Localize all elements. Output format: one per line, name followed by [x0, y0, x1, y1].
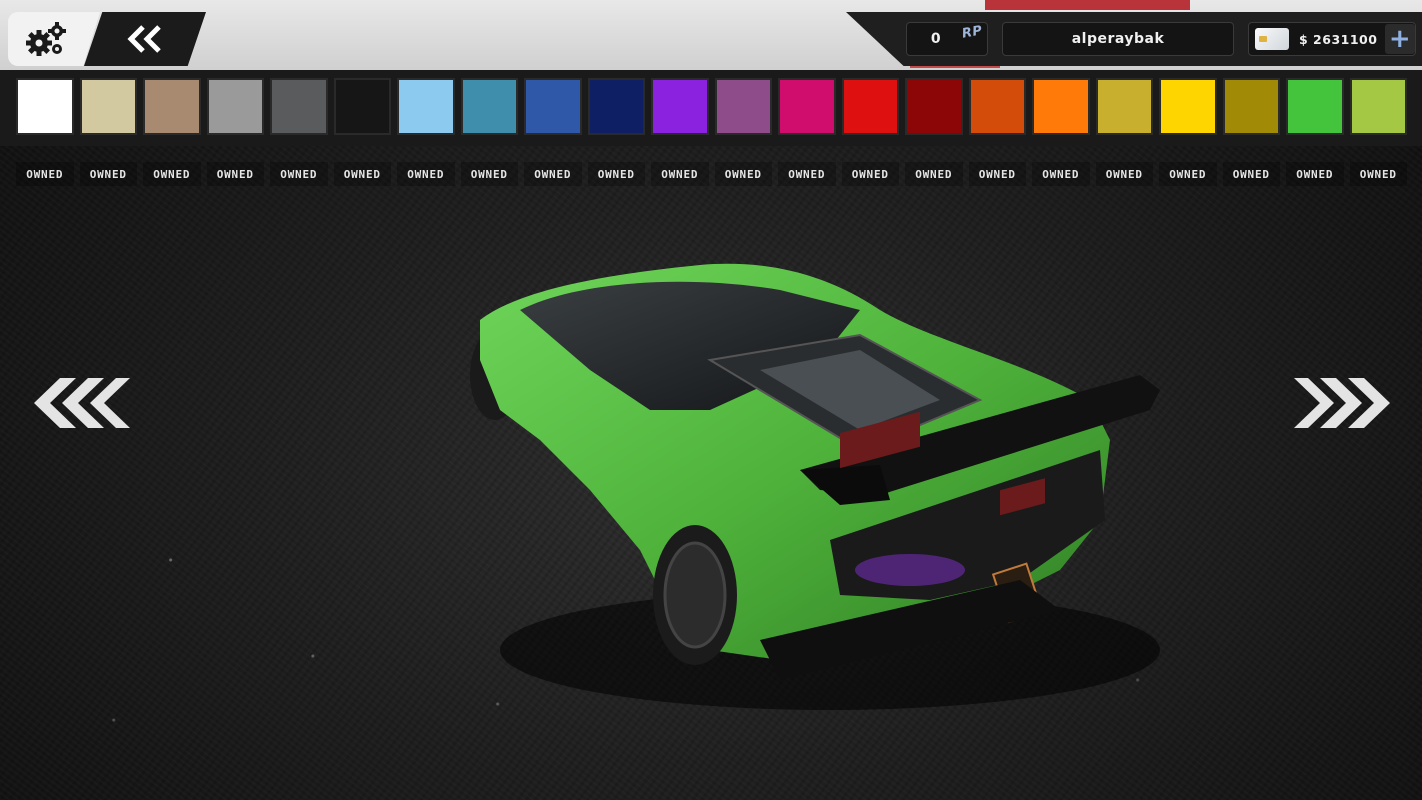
owned-label: Owned	[16, 162, 74, 186]
color-swatch[interactable]	[968, 78, 1026, 135]
rp-display: 0 RP	[906, 22, 988, 56]
gears-icon	[26, 22, 66, 56]
owned-label: Owned	[778, 162, 836, 186]
color-swatch[interactable]	[651, 78, 709, 135]
color-swatch[interactable]	[1095, 78, 1153, 135]
color-swatch[interactable]	[778, 78, 836, 135]
color-swatch[interactable]	[1222, 78, 1280, 135]
color-swatch[interactable]	[587, 78, 645, 135]
username-display: alperaybak	[1002, 22, 1234, 56]
owned-label: Owned	[79, 162, 137, 186]
add-money-button[interactable]: +	[1385, 24, 1415, 54]
settings-button[interactable]	[8, 12, 100, 66]
owned-label: Owned	[841, 162, 899, 186]
triple-chevron-left-icon	[34, 378, 130, 428]
credit-card-icon	[1255, 28, 1289, 50]
color-swatch[interactable]	[206, 78, 264, 135]
previous-car-button[interactable]	[30, 378, 130, 428]
money-display: $ 2631100 +	[1248, 22, 1416, 56]
owned-label: Owned	[1222, 162, 1280, 186]
owned-label: Owned	[1095, 162, 1153, 186]
color-swatch[interactable]	[460, 78, 518, 135]
owned-label: Owned	[1349, 162, 1407, 186]
color-swatch[interactable]	[270, 78, 328, 135]
color-swatch[interactable]	[1032, 78, 1090, 135]
owned-label: Owned	[333, 162, 391, 186]
owned-label: Owned	[968, 162, 1026, 186]
owned-status-row: Owned Owned Owned Owned Owned Owned Owned Owned…	[16, 162, 1407, 186]
owned-label: Owned	[270, 162, 328, 186]
color-swatch[interactable]	[397, 78, 455, 135]
back-button[interactable]	[84, 12, 206, 66]
owned-label: Owned	[143, 162, 201, 186]
top-left-controls	[8, 12, 208, 66]
player-hud: 0 RP alperaybak $ 2631100 +	[846, 12, 1422, 66]
rp-value: 0	[930, 31, 942, 47]
owned-label: Owned	[587, 162, 645, 186]
color-swatch[interactable]	[79, 78, 137, 135]
color-swatch[interactable]	[524, 78, 582, 135]
owned-label: Owned	[651, 162, 709, 186]
color-swatch[interactable]	[16, 78, 74, 135]
owned-label: Owned	[397, 162, 455, 186]
background-sign	[985, 0, 1190, 10]
owned-label: Owned	[206, 162, 264, 186]
owned-label: Owned	[1159, 162, 1217, 186]
car-model	[470, 263, 1160, 710]
color-swatch[interactable]	[1286, 78, 1344, 135]
triple-chevron-right-icon	[1294, 378, 1390, 428]
double-chevron-left-icon	[127, 25, 161, 53]
owned-label: Owned	[1286, 162, 1344, 186]
owned-label: Owned	[1032, 162, 1090, 186]
color-swatch[interactable]	[1159, 78, 1217, 135]
rp-label: RP	[961, 23, 985, 42]
color-swatch[interactable]	[905, 78, 963, 135]
owned-label: Owned	[905, 162, 963, 186]
color-swatch[interactable]	[714, 78, 772, 135]
color-swatch-list	[16, 78, 1407, 135]
money-value: $ 2631100	[1299, 31, 1378, 47]
owned-label: Owned	[524, 162, 582, 186]
next-car-button[interactable]	[1294, 378, 1394, 428]
color-swatch[interactable]	[333, 78, 391, 135]
color-swatch[interactable]	[841, 78, 899, 135]
owned-label: Owned	[460, 162, 518, 186]
color-swatch[interactable]	[1349, 78, 1407, 135]
owned-label: Owned	[714, 162, 772, 186]
color-swatch[interactable]	[143, 78, 201, 135]
color-selector-bar	[0, 70, 1422, 146]
